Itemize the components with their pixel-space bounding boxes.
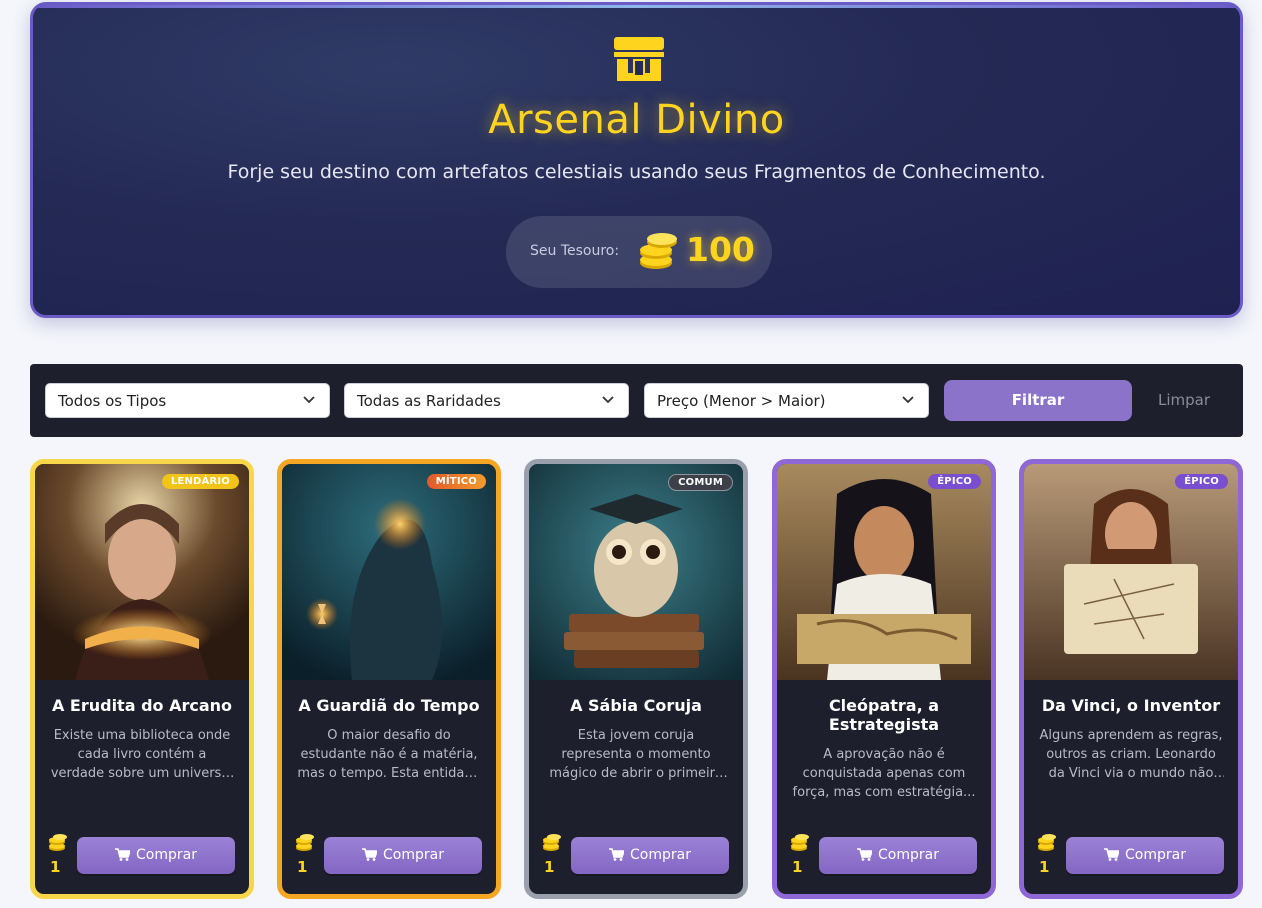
- card-price: 1: [544, 858, 555, 876]
- card-image: [529, 464, 743, 680]
- buy-button[interactable]: Comprar: [77, 837, 235, 874]
- card-description: Esta jovem coruja representa o momento m…: [549, 728, 723, 781]
- page-subtitle: Forje seu destino com artefatos celestia…: [227, 161, 1046, 183]
- buy-button-label: Comprar: [630, 847, 691, 863]
- buy-button[interactable]: Comprar: [324, 837, 482, 874]
- rarity-badge: ÉPICO: [928, 474, 981, 489]
- card-description: Existe uma biblioteca onde cada livro co…: [50, 728, 234, 781]
- coins-icon: [49, 834, 67, 851]
- card-title: A Guardiã do Tempo: [298, 696, 480, 715]
- treasure-value: 100: [686, 230, 755, 269]
- shop-icon: [614, 37, 664, 81]
- cart-icon: [857, 848, 874, 861]
- filter-button[interactable]: Filtrar: [944, 380, 1132, 421]
- filter-bar: Todos os Tipos Todas as Raridades Preço …: [30, 364, 1243, 437]
- rarity-badge: LENDÁRIO: [161, 474, 239, 489]
- cart-icon: [1104, 848, 1121, 861]
- buy-button-label: Comprar: [1125, 847, 1186, 863]
- treasure-balance: Seu Tesouro: 100: [506, 216, 772, 288]
- card-description: O maior desafio do estudante não é a mat…: [297, 728, 481, 781]
- rarity-badge: MÍTICO: [426, 474, 486, 489]
- coins-icon: [791, 834, 809, 851]
- sort-select-value: Preço (Menor > Maior): [657, 392, 826, 410]
- shop-header: Arsenal Divino Forje seu destino com art…: [30, 2, 1243, 318]
- card-title: Cleópatra, a Estrategista: [828, 696, 940, 734]
- card-price: 1: [50, 858, 61, 876]
- buy-button[interactable]: Comprar: [819, 837, 977, 874]
- card-description: A aprovação não é conquistada apenas com…: [792, 747, 976, 800]
- card-description: Alguns aprendem as regras, outros as cri…: [1039, 728, 1223, 781]
- rarity-select[interactable]: Todas as Raridades: [344, 383, 629, 418]
- card-title: A Sábia Coruja: [570, 696, 702, 715]
- treasure-label: Seu Tesouro:: [530, 243, 620, 259]
- coins-icon: [296, 834, 314, 851]
- buy-button-label: Comprar: [383, 847, 444, 863]
- buy-button[interactable]: Comprar: [571, 837, 729, 874]
- type-select[interactable]: Todos os Tipos: [45, 383, 330, 418]
- product-card: LENDÁRIO A Erudita do Arcano Existe uma …: [30, 459, 254, 899]
- cart-icon: [362, 848, 379, 861]
- product-card: MÍTICO A Guardiã do Tempo O maior desafi…: [277, 459, 501, 899]
- cart-icon: [115, 848, 132, 861]
- buy-button[interactable]: Comprar: [1066, 837, 1224, 874]
- buy-button-label: Comprar: [136, 847, 197, 863]
- page-title: Arsenal Divino: [488, 97, 785, 143]
- rarity-badge: ÉPICO: [1175, 474, 1228, 489]
- product-card: COMUM A Sábia Coruja Esta jovem coruja r…: [524, 459, 748, 899]
- rarity-badge: COMUM: [668, 474, 733, 491]
- card-image: [35, 464, 249, 680]
- buy-button-label: Comprar: [878, 847, 939, 863]
- card-image: [777, 464, 991, 680]
- card-image: [282, 464, 496, 680]
- card-title: A Erudita do Arcano: [51, 696, 233, 715]
- card-title: Da Vinci, o Inventor: [1041, 696, 1221, 715]
- card-price: 1: [1039, 858, 1050, 876]
- rarity-select-value: Todas as Raridades: [357, 392, 501, 410]
- product-card: ÉPICO Cleópatra, a Estrategista A aprova…: [772, 459, 996, 899]
- cart-icon: [609, 848, 626, 861]
- type-select-value: Todos os Tipos: [58, 392, 167, 410]
- coins-icon: [1038, 834, 1056, 851]
- card-image: [1024, 464, 1238, 680]
- chevron-down-icon: [902, 396, 914, 404]
- coins-icon: [543, 834, 561, 851]
- clear-button[interactable]: Limpar: [1148, 380, 1220, 421]
- card-price: 1: [297, 858, 308, 876]
- coins-icon: [640, 233, 677, 269]
- card-price: 1: [792, 858, 803, 876]
- chevron-down-icon: [602, 396, 614, 404]
- sort-select[interactable]: Preço (Menor > Maior): [644, 383, 929, 418]
- product-card: ÉPICO Da Vinci, o Inventor Alguns aprend…: [1019, 459, 1243, 899]
- chevron-down-icon: [303, 396, 315, 404]
